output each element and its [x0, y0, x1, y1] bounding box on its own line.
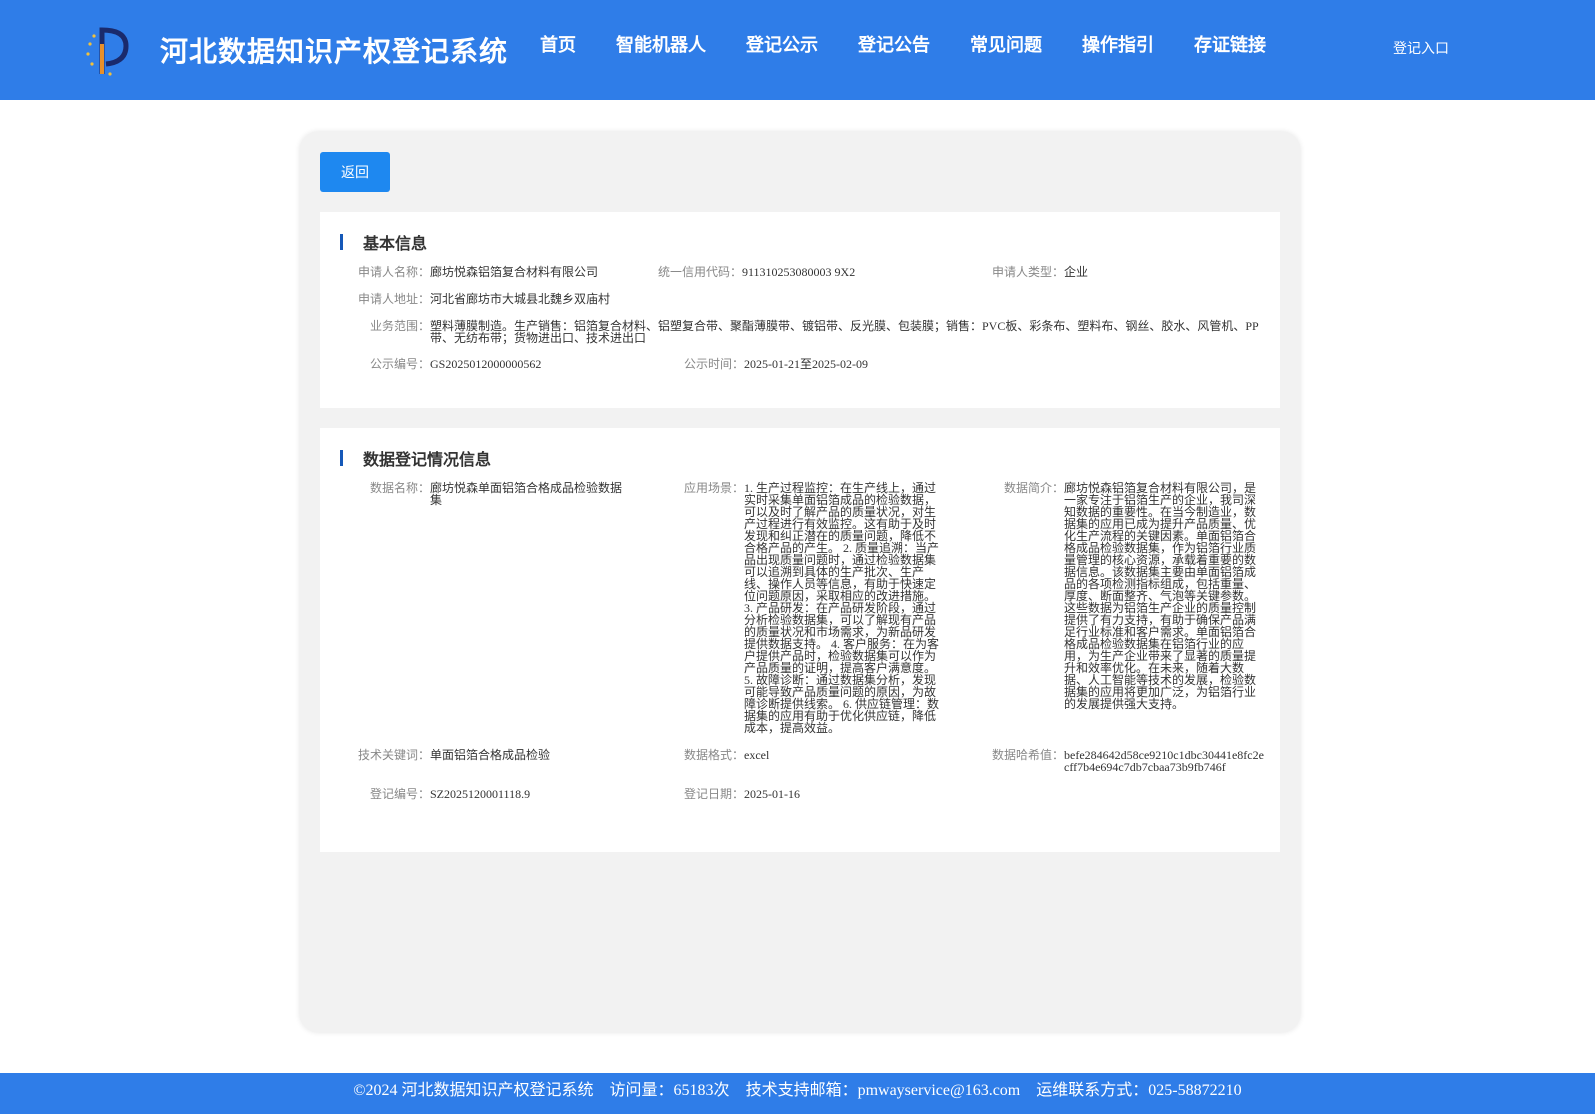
nav-evidence-link[interactable]: 存证链接	[1174, 34, 1286, 58]
field-label: 统一信用代码：	[657, 265, 742, 279]
data-info-header: 数据登记情况信息	[340, 446, 491, 470]
field-value: GS2025012000000562	[430, 357, 542, 371]
field-value: 廊坊悦森铝箔复合材料有限公司	[430, 265, 599, 279]
field-label: 登记编号：	[369, 787, 430, 801]
registration-number-field: 登记编号： SZ2025120001118.9	[320, 788, 630, 800]
field-value: 企业	[1064, 265, 1089, 279]
data-registration-card: 数据登记情况信息 数据名称： 廊坊悦森单面铝箔合格成品检验数据集 应用场景： 1…	[320, 428, 1280, 852]
field-value: 廊坊悦森单面铝箔合格成品检验数据集	[430, 481, 623, 507]
page-footer: ©2024 河北数据知识产权登记系统 访问量：65183次 技术支持邮箱：pmw…	[0, 1073, 1595, 1114]
basic-info-card: 基本信息 申请人名称： 廊坊悦森铝箔复合材料有限公司 统一信用代码： 91131…	[320, 212, 1280, 408]
field-value: 廊坊悦森铝箔复合材料有限公司，是一家专注于铝箔生产的企业，我司深知数据的重要性。…	[1064, 481, 1257, 711]
tech-keywords-field: 技术关键词： 单面铝箔合格成品检验	[320, 749, 630, 761]
data-hash-field: 数据哈希值： befe284642d58ce9210c1dbc30441e8fc…	[954, 749, 1274, 773]
field-label: 应用场景：	[683, 481, 744, 495]
section-title: 基本信息	[363, 234, 428, 253]
section-marker	[340, 234, 343, 250]
field-value: excel	[744, 748, 770, 762]
field-label: 数据简介：	[1003, 481, 1064, 495]
section-marker	[340, 450, 343, 466]
nav-registration-announcement[interactable]: 登记公告	[838, 34, 950, 58]
field-label: 申请人地址：	[357, 292, 430, 306]
field-label: 登记日期：	[683, 787, 744, 801]
registration-date-field: 登记日期： 2025-01-16	[650, 788, 950, 800]
notice-time-field: 公示时间： 2025-01-21至2025-02-09	[650, 358, 1050, 370]
footer-copyright: ©2024 河北数据知识产权登记系统	[353, 1082, 594, 1099]
footer-contact: 运维联系方式：025-58872210	[1036, 1082, 1242, 1099]
field-label: 申请人名称：	[357, 265, 430, 279]
field-value: 2025-01-21至2025-02-09	[744, 357, 868, 371]
applicant-address-field: 申请人地址： 河北省廊坊市大城县北魏乡双庙村	[320, 293, 920, 305]
top-header: 河北数据知识产权登记系统 首页 智能机器人 登记公示 登记公告 常见问题 操作指…	[0, 0, 1595, 100]
application-scenario-field: 应用场景： 1. 生产过程监控：在生产线上，通过实时采集单面铝箔成品的检验数据，…	[650, 482, 950, 734]
nav-guide[interactable]: 操作指引	[1062, 34, 1174, 58]
field-label: 公示时间：	[683, 357, 744, 371]
field-value: 河北省廊坊市大城县北魏乡双庙村	[430, 292, 611, 306]
field-value: 塑料薄膜制造。生产销售：铝箔复合材料、铝塑复合带、聚酯薄膜带、镀铝带、反光膜、包…	[430, 319, 1259, 345]
field-value: SZ2025120001118.9	[430, 787, 531, 801]
main-nav: 首页 智能机器人 登记公示 登记公告 常见问题 操作指引 存证链接	[520, 34, 1286, 58]
credit-code-field: 统一信用代码： 911310253080003 9X2	[640, 266, 970, 278]
field-label: 业务范围：	[369, 319, 430, 333]
site-title: 河北数据知识产权登记系统	[160, 35, 509, 68]
footer-visits: 访问量：65183次	[609, 1082, 730, 1099]
login-entry-link[interactable]: 登记入口	[1393, 38, 1449, 58]
nav-faq[interactable]: 常见问题	[950, 34, 1062, 58]
data-name-field: 数据名称： 廊坊悦森单面铝箔合格成品检验数据集	[320, 482, 630, 506]
field-label: 数据哈希值：	[991, 748, 1064, 762]
applicant-type-field: 申请人类型： 企业	[954, 266, 1274, 278]
notice-number-field: 公示编号： GS2025012000000562	[320, 358, 640, 370]
field-value: 1. 生产过程监控：在生产线上，通过实时采集单面铝箔成品的检验数据，可以及时了解…	[744, 481, 940, 735]
field-value: 911310253080003 9X2	[742, 265, 856, 279]
field-value: 2025-01-16	[744, 787, 800, 801]
footer-support-email: 技术支持邮箱：pmwayservice@163.com	[745, 1082, 1021, 1099]
nav-robot[interactable]: 智能机器人	[596, 34, 726, 58]
data-format-field: 数据格式： excel	[650, 749, 950, 761]
field-value: befe284642d58ce9210c1dbc30441e8fc2ecff7b…	[1064, 748, 1264, 774]
field-label: 技术关键词：	[357, 748, 430, 762]
detail-panel: 返回 基本信息 申请人名称： 廊坊悦森铝箔复合材料有限公司 统一信用代码： 91…	[300, 132, 1300, 1032]
back-button[interactable]: 返回	[320, 152, 390, 192]
nav-registration-publicity[interactable]: 登记公示	[726, 34, 838, 58]
applicant-name-field: 申请人名称： 廊坊悦森铝箔复合材料有限公司	[320, 266, 640, 278]
basic-info-header: 基本信息	[340, 230, 427, 254]
nav-home[interactable]: 首页	[520, 34, 596, 58]
field-label: 数据名称：	[369, 481, 430, 495]
business-scope-field: 业务范围： 塑料薄膜制造。生产销售：铝箔复合材料、铝塑复合带、聚酯薄膜带、镀铝带…	[320, 320, 1272, 344]
data-intro-field: 数据简介： 廊坊悦森铝箔复合材料有限公司，是一家专注于铝箔生产的企业，我司深知数…	[964, 482, 1274, 710]
field-label: 申请人类型：	[991, 265, 1064, 279]
field-value: 单面铝箔合格成品检验	[430, 748, 551, 762]
section-title: 数据登记情况信息	[363, 450, 492, 469]
field-label: 数据格式：	[683, 748, 744, 762]
site-logo	[86, 27, 129, 76]
field-label: 公示编号：	[369, 357, 430, 371]
